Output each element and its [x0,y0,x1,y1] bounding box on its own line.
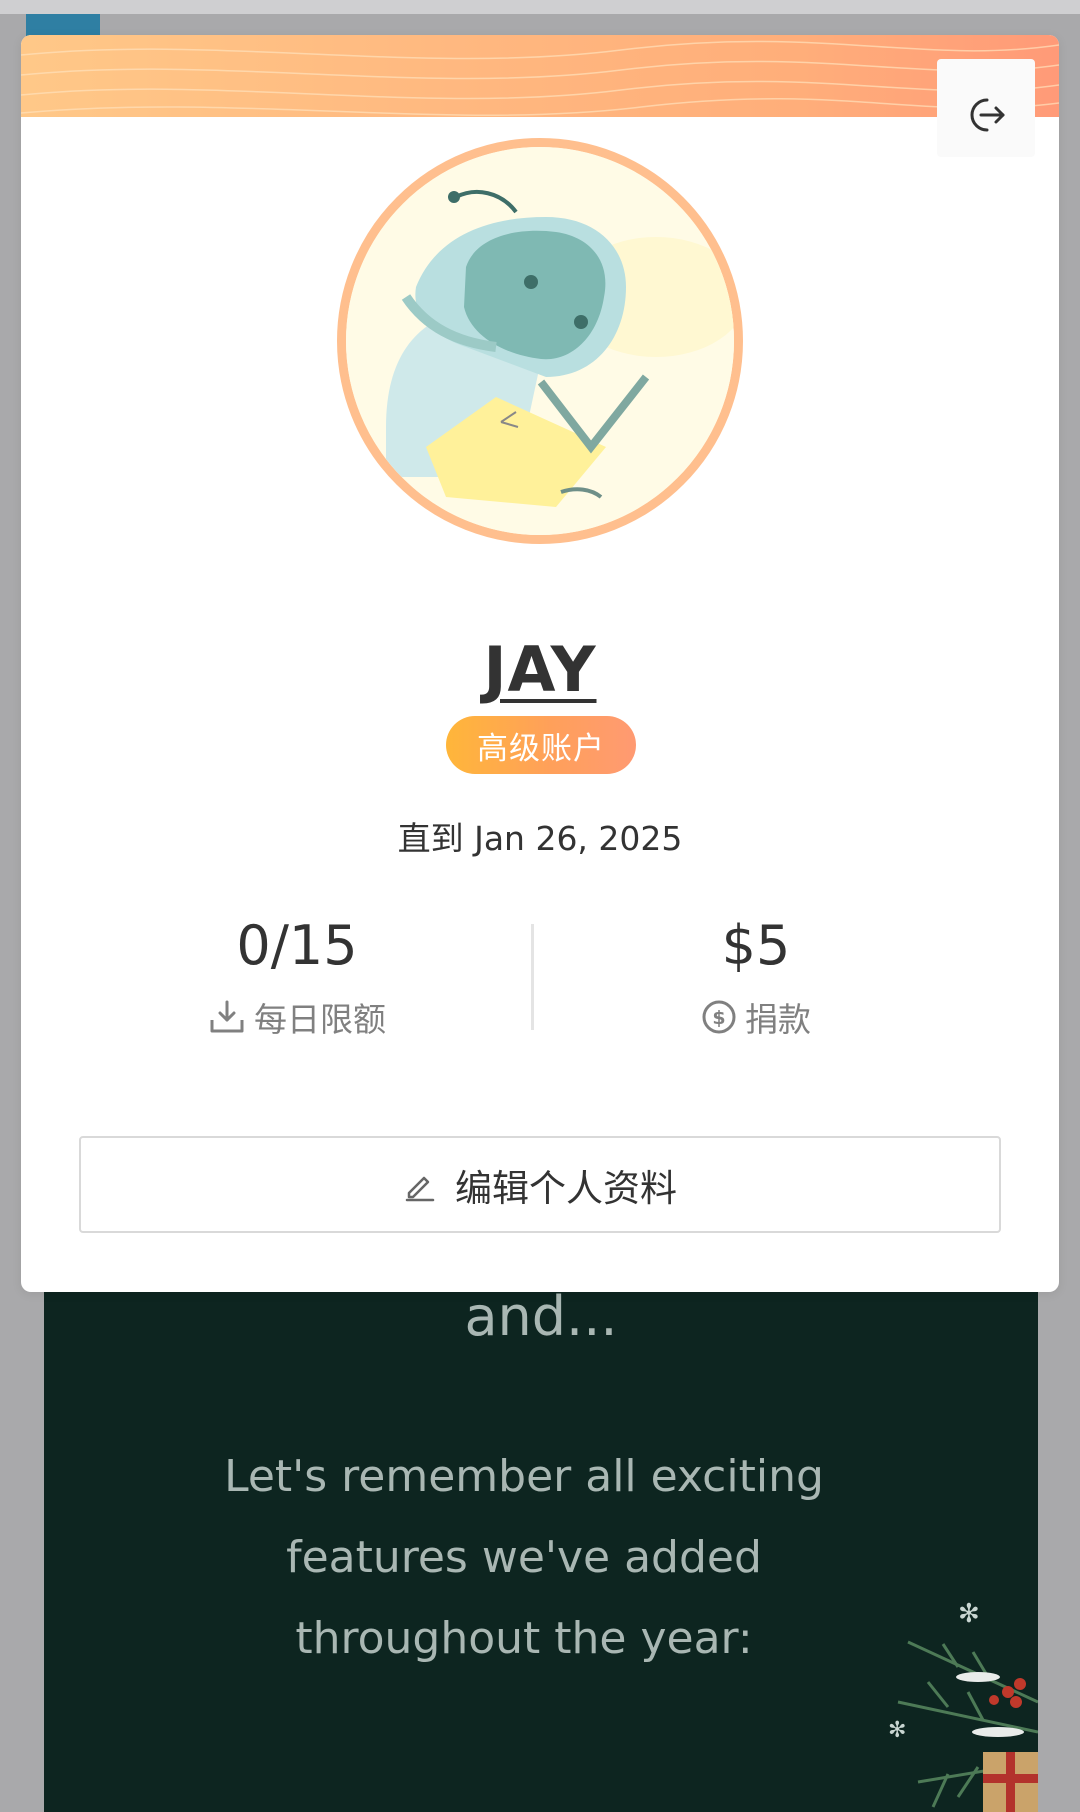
logout-icon [970,98,1005,132]
svg-text:✻: ✻ [888,1718,906,1743]
logout-button[interactable] [937,59,1035,157]
background-announcement-panel: and... Let's remember all exciting featu… [44,1240,1038,1812]
subscription-expiry-text: 直到 Jan 26, 2025 [397,819,683,858]
donation-label: 捐款 [745,1000,811,1039]
dollar-circle-icon: $ [702,1000,736,1034]
background-paragraph: Let's remember all exciting features we'… [224,1451,824,1664]
donation-stat: $5 $ 捐款 [606,919,906,1041]
edit-profile-button[interactable]: 编辑个人资料 [79,1136,1001,1233]
avatar[interactable] [337,138,743,544]
daily-limit-value: 0/15 [236,914,358,977]
svg-text:$: $ [712,1007,725,1029]
background-heading: and... [464,1285,618,1348]
download-icon [210,1000,244,1033]
profile-card: JAY 高级账户 直到 Jan 26, 2025 0/15 每日限额 $5 $ … [21,35,1059,1292]
donation-label-row: $ 捐款 [606,993,906,1041]
daily-limit-label: 每日限额 [254,1000,386,1039]
donation-value: $5 [721,914,791,977]
pencil-icon [405,1176,435,1201]
background-top-bar [0,0,1080,14]
daily-limit-stat: 0/15 每日限额 [147,919,447,1041]
robot-reading-avatar-image [346,147,734,535]
profile-banner [21,35,1059,117]
username[interactable]: JAY [21,633,1059,706]
banner-wave-pattern [21,40,1059,116]
holiday-decoration-image: ✻ ✻ [888,1599,1038,1812]
daily-limit-label-row: 每日限额 [147,993,447,1041]
stats-divider [531,924,534,1030]
premium-account-badge: 高级账户 [446,716,636,774]
edit-profile-label: 编辑个人资料 [455,1166,677,1210]
svg-text:✻: ✻ [958,1599,980,1629]
